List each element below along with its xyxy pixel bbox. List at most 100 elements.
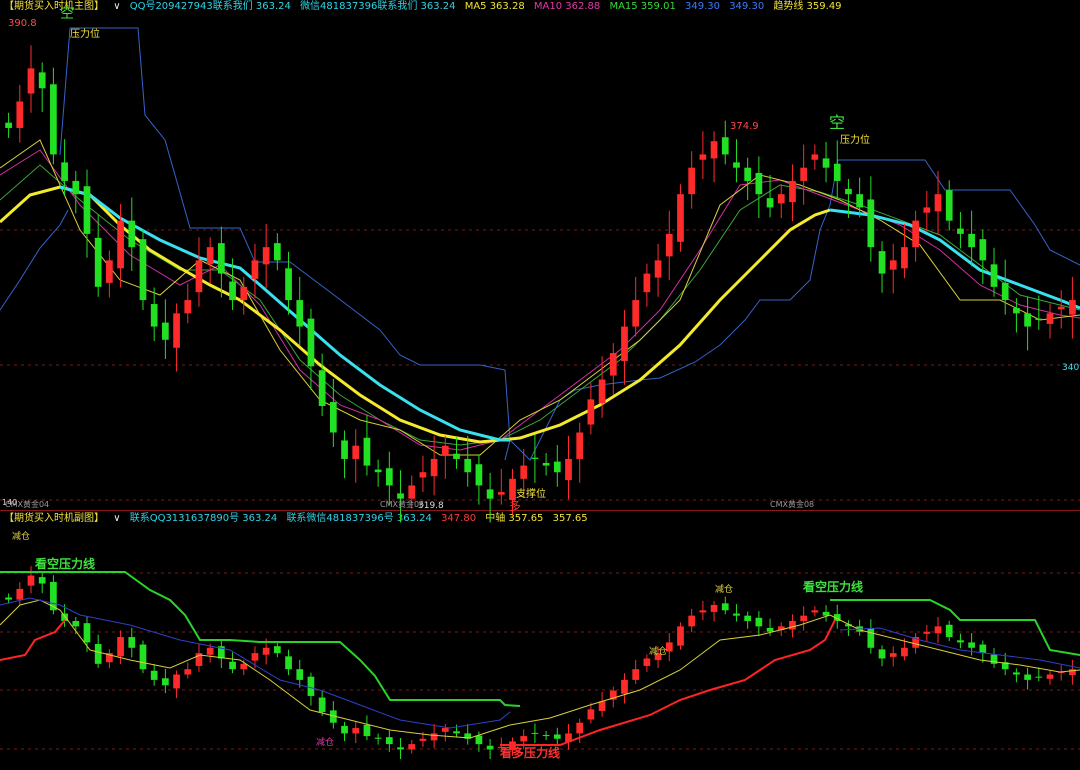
main-candle[interactable] bbox=[699, 154, 707, 160]
main-candle[interactable] bbox=[251, 260, 259, 279]
main-candle[interactable] bbox=[1057, 306, 1065, 310]
sub-candle[interactable] bbox=[923, 631, 931, 634]
main-candle[interactable] bbox=[307, 318, 315, 367]
main-candle[interactable] bbox=[374, 469, 382, 473]
main-candle[interactable] bbox=[777, 194, 785, 204]
main-candle[interactable] bbox=[755, 172, 763, 195]
sub-candle[interactable] bbox=[385, 737, 393, 745]
sub-candle[interactable] bbox=[173, 674, 180, 689]
main-candle[interactable] bbox=[733, 162, 740, 168]
main-candle[interactable] bbox=[766, 198, 774, 208]
sub-candle[interactable] bbox=[968, 642, 975, 648]
sub-candle[interactable] bbox=[957, 640, 964, 643]
main-candle[interactable] bbox=[397, 493, 404, 499]
main-candle[interactable] bbox=[957, 228, 964, 234]
sub-candle[interactable] bbox=[139, 644, 147, 670]
sub-candle[interactable] bbox=[789, 621, 796, 630]
sub-candle[interactable] bbox=[352, 728, 360, 734]
sub-candle[interactable] bbox=[598, 701, 606, 711]
sub-candle[interactable] bbox=[901, 647, 908, 657]
main-candle[interactable] bbox=[16, 101, 24, 128]
main-candle[interactable] bbox=[632, 300, 640, 327]
sub-candle[interactable] bbox=[889, 653, 897, 657]
sub-candle[interactable] bbox=[867, 628, 875, 648]
sub-candle[interactable] bbox=[251, 653, 259, 661]
main-candle[interactable] bbox=[912, 220, 919, 248]
main-candle[interactable] bbox=[475, 464, 483, 486]
main-candle[interactable] bbox=[441, 445, 449, 455]
main-candle[interactable] bbox=[520, 465, 528, 479]
sub-candle[interactable] bbox=[755, 617, 763, 627]
main-candle[interactable] bbox=[1046, 313, 1054, 324]
main-candle[interactable] bbox=[285, 268, 292, 301]
main-candle[interactable] bbox=[318, 370, 326, 406]
main-candle[interactable] bbox=[273, 243, 281, 261]
main-candle[interactable] bbox=[150, 304, 158, 327]
main-candle[interactable] bbox=[945, 190, 953, 221]
sub-candle[interactable] bbox=[117, 637, 124, 657]
sub-candle[interactable] bbox=[128, 637, 136, 648]
sub-candle[interactable] bbox=[285, 656, 292, 670]
main-candle[interactable] bbox=[1024, 313, 1031, 327]
main-candle[interactable] bbox=[901, 247, 908, 269]
main-candle[interactable] bbox=[621, 326, 628, 361]
main-candle[interactable] bbox=[218, 243, 225, 274]
main-candle[interactable] bbox=[106, 260, 113, 283]
sub-candle[interactable] bbox=[800, 615, 808, 622]
sub-candle[interactable] bbox=[162, 678, 169, 686]
main-candle[interactable] bbox=[721, 137, 729, 155]
sub-candle[interactable] bbox=[72, 621, 80, 627]
main-candle[interactable] bbox=[453, 453, 460, 459]
main-candle[interactable] bbox=[184, 300, 192, 314]
sub-candle[interactable] bbox=[229, 661, 236, 670]
sub-candle[interactable] bbox=[83, 623, 91, 643]
sub-candle[interactable] bbox=[1013, 672, 1020, 675]
main-candle[interactable] bbox=[598, 379, 606, 404]
main-candle[interactable] bbox=[867, 199, 875, 248]
main-candle[interactable] bbox=[94, 237, 102, 287]
sub-candle[interactable] bbox=[520, 736, 528, 742]
main-candle[interactable] bbox=[385, 468, 393, 486]
main-candle[interactable] bbox=[262, 247, 270, 265]
main-candle[interactable] bbox=[1035, 318, 1043, 320]
sub-candle[interactable] bbox=[677, 626, 684, 646]
sub-candle[interactable] bbox=[699, 610, 707, 613]
main-candle[interactable] bbox=[1013, 308, 1020, 314]
sub-candle[interactable] bbox=[318, 697, 326, 712]
main-candle[interactable] bbox=[800, 167, 808, 181]
sub-candle[interactable] bbox=[475, 735, 483, 745]
sub-candle[interactable] bbox=[744, 615, 752, 622]
sub-candle[interactable] bbox=[38, 577, 46, 584]
main-candle[interactable] bbox=[845, 188, 852, 195]
main-candle[interactable] bbox=[38, 72, 46, 89]
sub-candle[interactable] bbox=[374, 737, 382, 739]
main-candle[interactable] bbox=[173, 313, 180, 348]
main-candle[interactable] bbox=[565, 458, 572, 481]
sub-candle[interactable] bbox=[5, 597, 12, 600]
sub-candle[interactable] bbox=[811, 610, 819, 613]
sub-candle[interactable] bbox=[1035, 676, 1043, 678]
sub-candle[interactable] bbox=[688, 615, 696, 627]
main-candle[interactable] bbox=[609, 353, 617, 376]
candlestick-chart-svg[interactable]: 390.8 空 压力位 374.9 空 压力位 支撑位 多 319.8 340 … bbox=[0, 0, 1080, 770]
main-candle[interactable] bbox=[341, 440, 348, 459]
sub-candle[interactable] bbox=[184, 669, 192, 675]
sub-candle[interactable] bbox=[733, 613, 740, 616]
main-candle[interactable] bbox=[710, 141, 718, 159]
sub-candle[interactable] bbox=[206, 647, 214, 655]
main-candle[interactable] bbox=[856, 194, 863, 208]
sub-candle[interactable] bbox=[878, 649, 886, 659]
main-candle[interactable] bbox=[934, 194, 942, 212]
main-candle[interactable] bbox=[811, 154, 819, 160]
main-candle[interactable] bbox=[1069, 300, 1076, 315]
sub-candle[interactable] bbox=[553, 734, 561, 739]
sub-candle[interactable] bbox=[419, 738, 427, 741]
sub-candle[interactable] bbox=[721, 603, 729, 611]
main-candle[interactable] bbox=[162, 322, 169, 340]
sub-candle[interactable] bbox=[94, 644, 102, 664]
main-candle[interactable] bbox=[744, 167, 752, 181]
main-candle[interactable] bbox=[553, 461, 561, 473]
main-candle[interactable] bbox=[128, 220, 136, 248]
main-candle[interactable] bbox=[419, 472, 427, 478]
sub-candle[interactable] bbox=[643, 658, 651, 666]
